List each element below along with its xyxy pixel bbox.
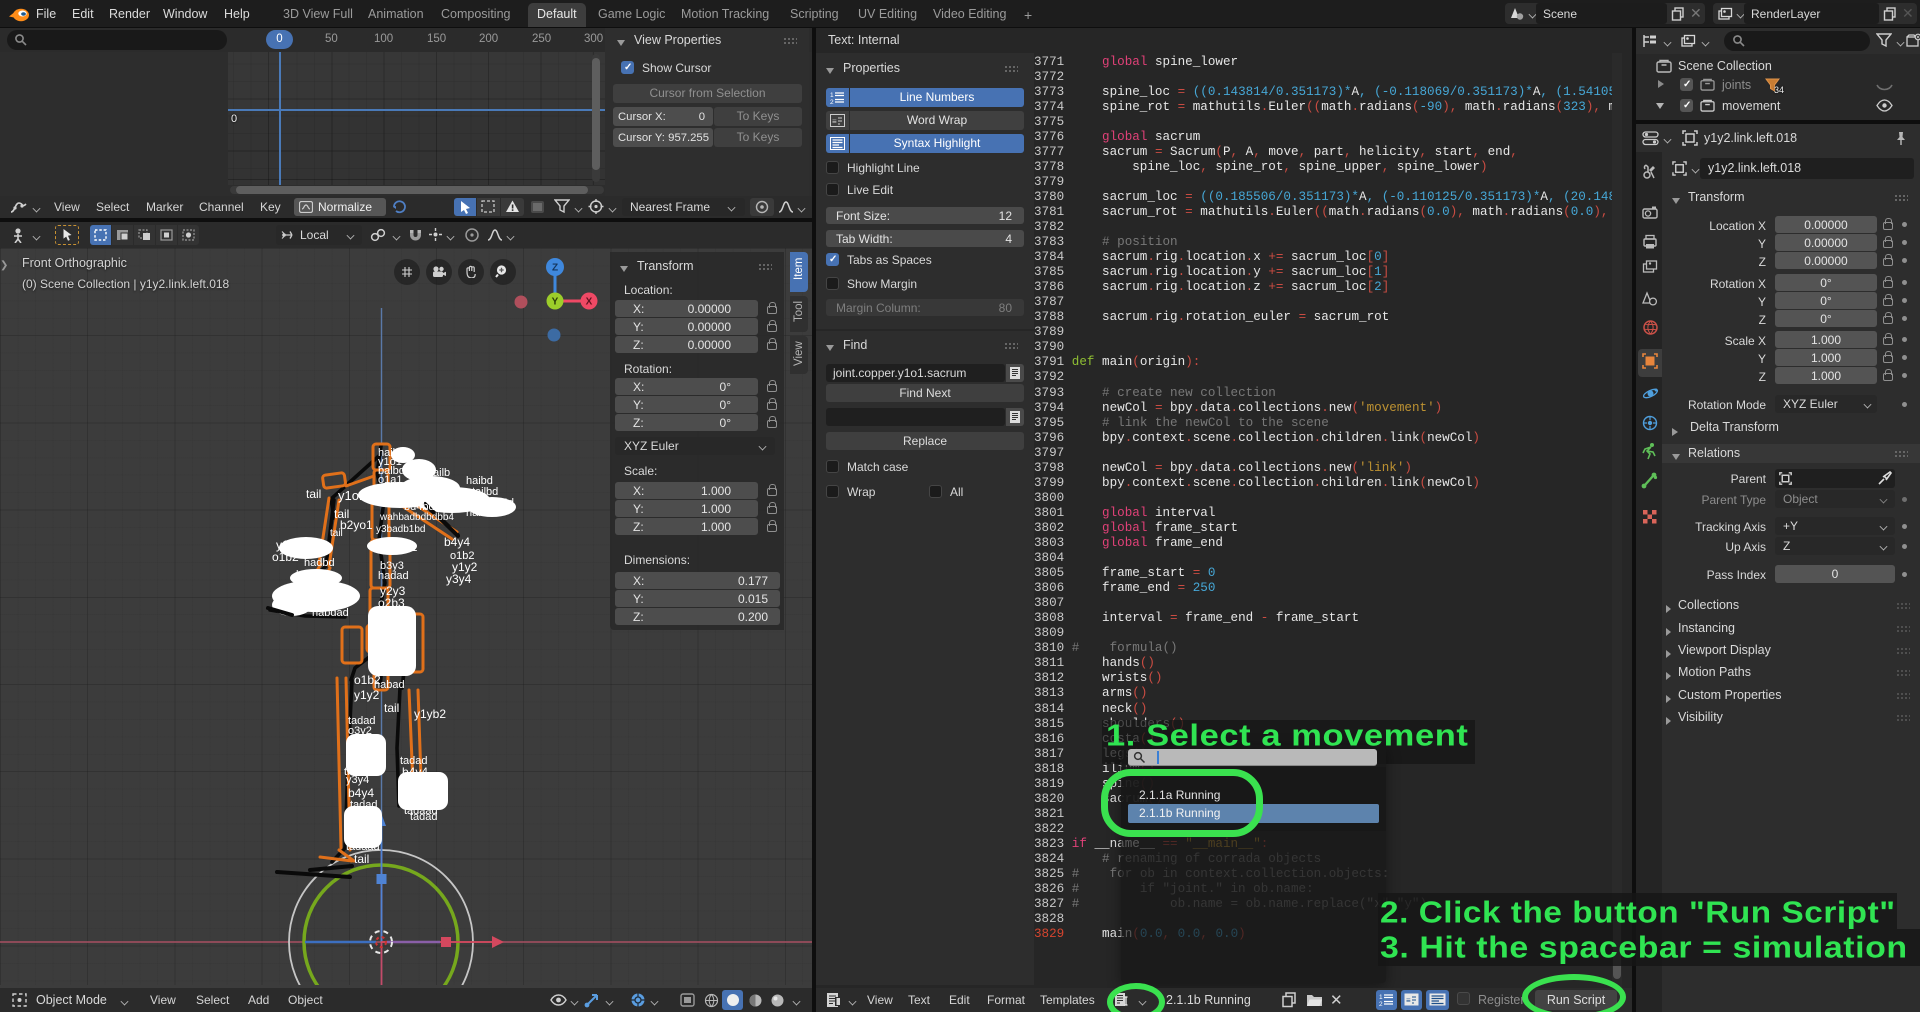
svg-text:habdad: habdad	[312, 607, 349, 619]
svg-text:tadaad: tadaad	[404, 805, 438, 817]
svg-text:y3badb1bd: y3badb1bd	[376, 524, 426, 535]
svg-text:o3y2: o3y2	[348, 725, 372, 737]
svg-text:o1b2: o1b2	[272, 550, 299, 564]
svg-text:hadbd: hadbd	[304, 557, 335, 569]
svg-text:2: 2	[830, 99, 834, 104]
svg-text:X: X	[586, 297, 593, 308]
svg-text:hadad: hadad	[374, 631, 405, 643]
svg-text:hadad: hadad	[378, 570, 409, 582]
svg-text:tail: tail	[330, 528, 343, 539]
svg-text:y3y4: y3y4	[446, 572, 472, 586]
svg-text:o2b3: o2b3	[378, 596, 405, 610]
svg-text:Z: Z	[552, 263, 558, 274]
svg-text:≡: ≡	[832, 117, 837, 126]
svg-text:b4y4: b4y4	[348, 786, 374, 800]
svg-text:balbd: balbd	[402, 785, 429, 797]
svg-text:tadad: tadad	[350, 799, 378, 811]
svg-text:tail: tail	[384, 701, 399, 715]
svg-text:Y: Y	[552, 297, 559, 308]
svg-text:y1a2a1: y1a2a1	[378, 540, 418, 554]
svg-text:habd: habd	[466, 507, 490, 519]
svg-text:y4y5: y4y5	[352, 827, 375, 839]
svg-text:≡: ≡	[1406, 996, 1411, 1005]
svg-text:b4y4: b4y4	[444, 535, 470, 549]
svg-text:y1yb2: y1yb2	[414, 707, 446, 721]
svg-text:tail: tail	[354, 852, 369, 866]
svg-text:habad: habad	[374, 679, 405, 691]
svg-text:1: 1	[1379, 994, 1383, 1001]
svg-text:1: 1	[830, 92, 834, 99]
svg-text:y3b3d: y3b3d	[374, 643, 404, 655]
svg-text:b2yo1: b2yo1	[340, 518, 373, 532]
svg-text:o1a1: o1a1	[378, 474, 402, 486]
svg-text:wahbadbdbdbb4: wahbadbdbdbb4	[379, 512, 454, 523]
svg-text:2: 2	[1379, 1001, 1383, 1006]
svg-text:tail: tail	[306, 487, 321, 501]
svg-text:y1o1: y1o1	[338, 488, 366, 503]
svg-text:y3y4: y3y4	[346, 774, 369, 786]
svg-text:tailb: tailb	[430, 467, 450, 479]
